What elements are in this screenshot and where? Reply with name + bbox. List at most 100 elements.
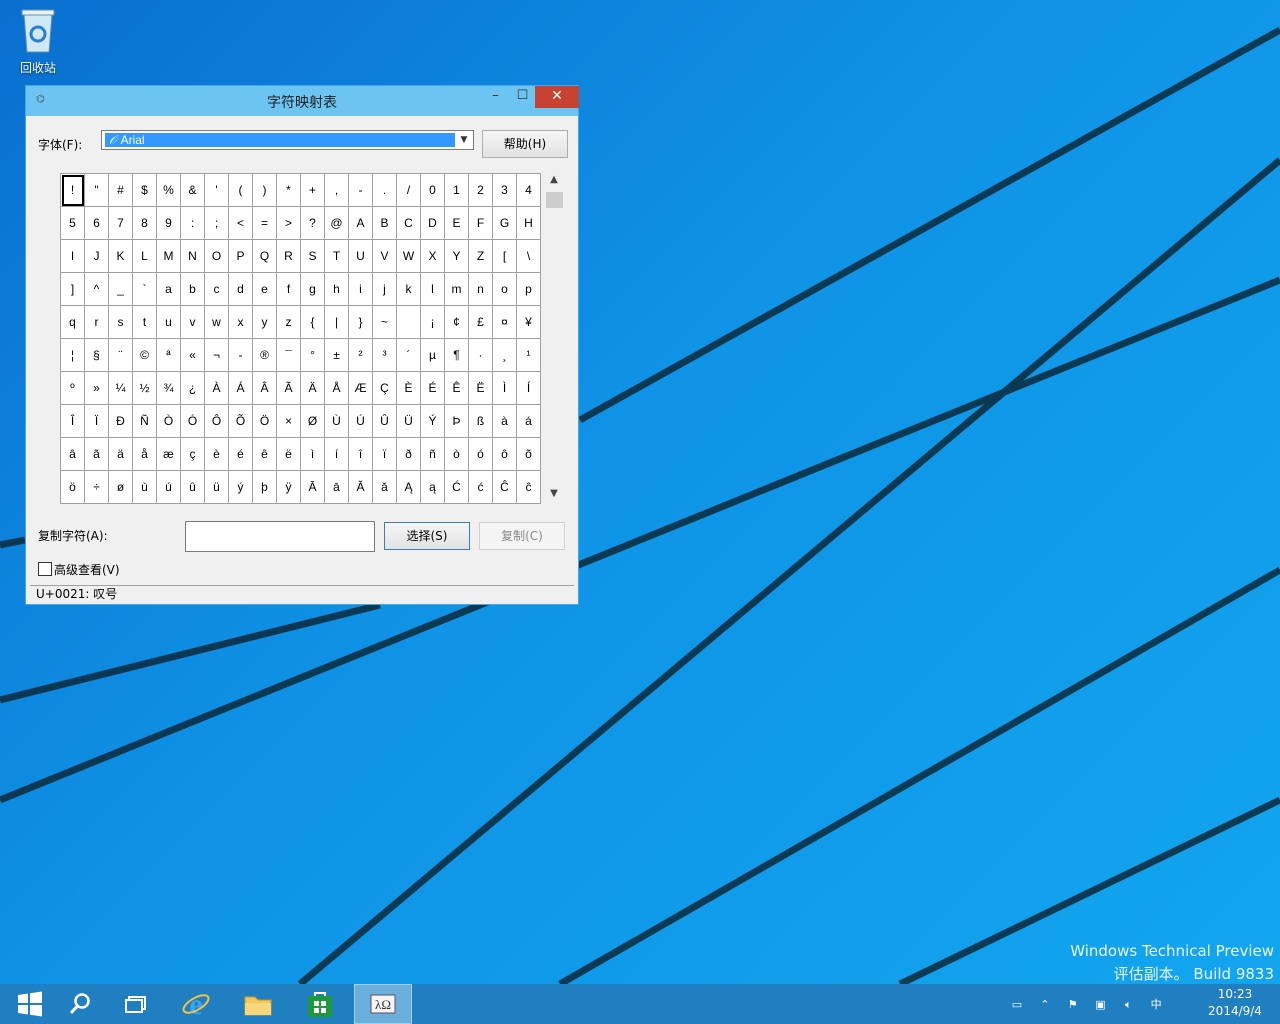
character-cell[interactable]: É: [420, 371, 445, 405]
character-cell[interactable]: G: [492, 206, 517, 240]
character-cell[interactable]: õ: [516, 437, 541, 471]
character-cell[interactable]: h: [324, 272, 349, 306]
chevron-up-icon[interactable]: ⌃: [1038, 998, 1052, 1011]
character-cell[interactable]: -: [228, 338, 253, 372]
maximize-button[interactable]: ☐: [509, 86, 536, 108]
character-cell[interactable]: ²: [348, 338, 373, 372]
character-cell[interactable]: {: [300, 305, 325, 339]
character-cell[interactable]: ^: [84, 272, 109, 306]
character-cell[interactable]: Ò: [156, 404, 181, 438]
character-cell[interactable]: 4: [516, 173, 541, 207]
character-cell[interactable]: #: [108, 173, 133, 207]
character-cell[interactable]: >: [276, 206, 301, 240]
character-cell[interactable]: â: [60, 437, 85, 471]
character-cell[interactable]: t: [132, 305, 157, 339]
character-cell[interactable]: ¶: [444, 338, 469, 372]
character-cell[interactable]: Q: [252, 239, 277, 273]
character-cell[interactable]: Ô: [204, 404, 229, 438]
character-cell[interactable]: Ç: [372, 371, 397, 405]
character-cell[interactable]: À: [204, 371, 229, 405]
character-cell[interactable]: a: [156, 272, 181, 306]
store-button[interactable]: [290, 984, 350, 1024]
character-cell[interactable]: ñ: [420, 437, 445, 471]
character-cell[interactable]: Ă: [348, 470, 373, 504]
character-cell[interactable]: Þ: [444, 404, 469, 438]
character-cell[interactable]: »: [84, 371, 109, 405]
character-cell[interactable]: 9: [156, 206, 181, 240]
character-cell[interactable]: Ä: [300, 371, 325, 405]
character-cell[interactable]: e: [252, 272, 277, 306]
character-cell[interactable]: s: [108, 305, 133, 339]
character-cell[interactable]: Â: [252, 371, 277, 405]
character-cell[interactable]: º: [60, 371, 85, 405]
volume-icon[interactable]: 🔈︎: [1121, 998, 1135, 1011]
character-cell[interactable]: ;: [204, 206, 229, 240]
title-bar[interactable]: ⌬ 字符映射表 – ☐ ✕: [26, 86, 579, 116]
character-cell[interactable]: [: [492, 239, 517, 273]
character-cell[interactable]: +: [300, 173, 325, 207]
minimize-button[interactable]: –: [482, 86, 509, 108]
character-cell[interactable]: ×: [276, 404, 301, 438]
character-cell[interactable]: §: [84, 338, 109, 372]
character-cell[interactable]: ®: [252, 338, 277, 372]
character-cell[interactable]: ą: [420, 470, 445, 504]
character-cell[interactable]: ä: [108, 437, 133, 471]
character-cell[interactable]: 6: [84, 206, 109, 240]
character-cell[interactable]: ÷: [84, 470, 109, 504]
character-cell[interactable]: <: [228, 206, 253, 240]
character-cell[interactable]: ': [204, 173, 229, 207]
keyboard-icon[interactable]: ▭: [1010, 998, 1024, 1011]
character-cell[interactable]: ¤: [492, 305, 517, 339]
character-cell[interactable]: ¦: [60, 338, 85, 372]
clock[interactable]: 10:23 2014/9/4: [1200, 986, 1270, 1020]
character-cell[interactable]: ì: [300, 437, 325, 471]
character-cell[interactable]: Û: [372, 404, 397, 438]
character-cell[interactable]: w: [204, 305, 229, 339]
character-cell[interactable]: 8: [132, 206, 157, 240]
character-cell[interactable]: Ö: [252, 404, 277, 438]
character-cell[interactable]: «: [180, 338, 205, 372]
character-cell[interactable]: È: [396, 371, 421, 405]
character-cell[interactable]: ¢: [444, 305, 469, 339]
character-cell[interactable]: û: [180, 470, 205, 504]
character-cell[interactable]: Ã: [276, 371, 301, 405]
character-cell[interactable]: í: [324, 437, 349, 471]
character-cell[interactable]: r: [84, 305, 109, 339]
select-button[interactable]: 选择(S): [384, 522, 470, 550]
character-cell[interactable]: ¥: [516, 305, 541, 339]
character-map-taskbar-button[interactable]: λΩ: [354, 984, 412, 1024]
character-cell[interactable]: ~: [372, 305, 397, 339]
character-cell[interactable]: ¡: [420, 305, 445, 339]
character-cell[interactable]: @: [324, 206, 349, 240]
character-cell[interactable]: ¹: [516, 338, 541, 372]
character-cell[interactable]: ": [84, 173, 109, 207]
character-cell[interactable]: J: [84, 239, 109, 273]
character-cell[interactable]: þ: [252, 470, 277, 504]
character-cell[interactable]: c: [204, 272, 229, 306]
character-cell[interactable]: Ā: [300, 470, 325, 504]
copy-characters-input[interactable]: [185, 521, 375, 552]
character-cell[interactable]: D: [420, 206, 445, 240]
character-cell[interactable]: f: [276, 272, 301, 306]
character-cell[interactable]: .: [372, 173, 397, 207]
character-cell[interactable]: R: [276, 239, 301, 273]
character-cell[interactable]: ù: [132, 470, 157, 504]
character-cell[interactable]: E: [444, 206, 469, 240]
character-cell[interactable]: *: [276, 173, 301, 207]
advanced-view-checkbox[interactable]: [38, 562, 52, 576]
action-center-flag-icon[interactable]: ⚑: [1066, 998, 1080, 1011]
character-cell[interactable]: ë: [276, 437, 301, 471]
grid-scrollbar[interactable]: ▲ ▼: [544, 174, 564, 504]
character-cell[interactable]: ¿: [180, 371, 205, 405]
character-cell[interactable]: &: [180, 173, 205, 207]
character-cell[interactable]: ¾: [156, 371, 181, 405]
character-cell[interactable]: ô: [492, 437, 517, 471]
character-cell[interactable]: _: [108, 272, 133, 306]
character-cell[interactable]: Ñ: [132, 404, 157, 438]
character-cell[interactable]: 7: [108, 206, 133, 240]
help-button[interactable]: 帮助(H): [482, 130, 568, 158]
character-cell[interactable]: m: [444, 272, 469, 306]
character-cell[interactable]: ]: [60, 272, 85, 306]
character-cell[interactable]: ©: [132, 338, 157, 372]
character-cell[interactable]: á: [516, 404, 541, 438]
